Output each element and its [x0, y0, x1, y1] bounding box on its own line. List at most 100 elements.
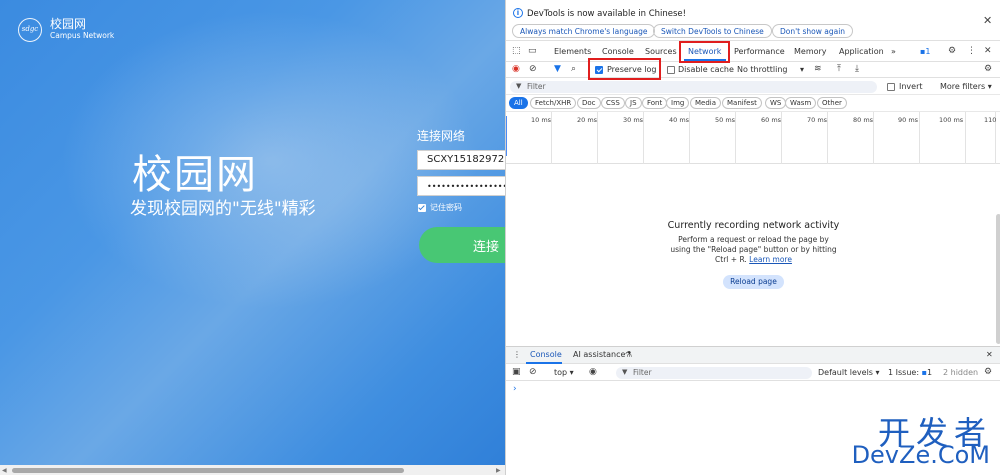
remember-password[interactable]: 记住密码	[418, 202, 462, 213]
issues-link[interactable]: 1 Issue: ▪1	[888, 368, 932, 377]
empty-desc-line: Ctrl + R. Learn more	[506, 255, 1000, 264]
more-filters-dropdown[interactable]: More filters ▾	[940, 82, 992, 91]
learn-more-link[interactable]: Learn more	[749, 255, 792, 264]
issues-count: 1	[925, 47, 931, 56]
tab-application[interactable]: Application	[839, 47, 884, 56]
filter-icon: ▼	[622, 368, 628, 376]
campus-login-page: sdgc 校园网 Campus Network 校园网 发现校园网的"无线"精彩…	[0, 0, 505, 475]
remember-label: 记住密码	[430, 203, 462, 212]
flask-icon: ⚗	[625, 350, 633, 359]
console-prompt[interactable]: ›	[513, 384, 517, 394]
export-har-icon[interactable]: ⤓	[855, 64, 859, 74]
site-watermark: 开发者 DevZe.CoM	[838, 408, 998, 475]
sidebar-toggle-icon[interactable]: ▣	[512, 367, 521, 377]
device-toolbar-icon[interactable]: ▭	[528, 46, 537, 56]
more-tabs-icon[interactable]: »	[891, 47, 896, 56]
network-conditions-icon[interactable]: ≋	[814, 64, 822, 74]
clear-console-icon[interactable]: ⊘	[529, 367, 537, 377]
disable-cache-label[interactable]: Disable cache	[678, 65, 734, 74]
horizontal-scrollbar[interactable]: ◀ ▶	[0, 465, 505, 475]
username-input[interactable]: SCXY151829722	[417, 150, 505, 170]
scroll-right-icon[interactable]: ▶	[496, 467, 501, 474]
context-select[interactable]: top ▾	[554, 368, 574, 377]
remember-checkbox[interactable]	[418, 203, 426, 212]
resource-type-filters: All Fetch/XHR Doc CSS JS Font Img Media …	[506, 96, 1000, 111]
network-empty-state: Currently recording network activity Per…	[506, 164, 1000, 344]
tab-memory[interactable]: Memory	[794, 47, 827, 56]
login-title: 连接网络	[417, 129, 466, 143]
issues-badge[interactable]: ▪1	[920, 47, 931, 56]
inspect-element-icon[interactable]: ⬚	[512, 46, 521, 56]
console-filter-input[interactable]: ▼ Filter	[616, 367, 812, 379]
network-toolbar: ◉ ⊘ ▼ ⌕ Preserve log Disable cache No th…	[506, 62, 1000, 78]
match-language-button[interactable]: Always match Chrome's language	[512, 24, 656, 38]
type-chip[interactable]: Media	[690, 97, 722, 109]
clear-icon[interactable]: ⊘	[529, 64, 537, 74]
issues-label: 1 Issue:	[888, 368, 920, 377]
type-chip[interactable]: JS	[625, 97, 642, 109]
logo-name: 校园网	[50, 17, 87, 31]
timeline-tick-label: 60 ms	[761, 116, 782, 124]
drawer-tab-console[interactable]: Console	[530, 350, 562, 359]
drawer-tab-ai-assistance[interactable]: AI assistance	[573, 350, 625, 359]
type-chip[interactable]: CSS	[601, 97, 625, 109]
scroll-left-icon[interactable]: ◀	[2, 467, 7, 474]
type-chip[interactable]: Font	[642, 97, 668, 109]
network-settings-icon[interactable]: ⚙	[984, 64, 992, 74]
type-chip[interactable]: Other	[817, 97, 847, 109]
timeline-tick-label: 90 ms	[898, 116, 919, 124]
tab-sources[interactable]: Sources	[645, 47, 677, 56]
console-settings-icon[interactable]: ⚙	[984, 367, 992, 377]
type-chip[interactable]: All	[509, 97, 528, 109]
type-chip[interactable]: Doc	[577, 97, 601, 109]
switch-chinese-button[interactable]: Switch DevTools to Chinese	[653, 24, 772, 38]
close-icon[interactable]: ✕	[983, 14, 992, 27]
network-tab-highlight	[679, 41, 730, 63]
timeline-tick-label: 40 ms	[669, 116, 690, 124]
search-icon[interactable]: ⌕	[571, 64, 576, 74]
type-chip[interactable]: WS	[765, 97, 787, 109]
type-chip[interactable]: Manifest	[722, 97, 762, 109]
network-timeline-overview[interactable]: 10 ms 20 ms 30 ms 40 ms 50 ms 60 ms 70 m…	[506, 111, 1000, 164]
connect-button[interactable]: 连接	[419, 227, 505, 263]
type-chip[interactable]: Wasm	[785, 97, 817, 109]
console-toolbar: ▣ ⊘ top ▾ ◉ ▼ Filter Default levels ▾ 1 …	[506, 365, 1000, 381]
invert-label[interactable]: Invert	[899, 82, 923, 91]
reload-page-button[interactable]: Reload page	[723, 275, 784, 289]
invert-checkbox[interactable]	[887, 83, 895, 91]
devtools-panel: i DevTools is now available in Chinese! …	[505, 0, 1000, 475]
timeline-tick-label: 30 ms	[623, 116, 644, 124]
settings-gear-icon[interactable]: ⚙	[948, 46, 956, 56]
infobar-message: DevTools is now available in Chinese!	[527, 9, 687, 19]
vertical-scrollbar[interactable]	[996, 214, 1000, 344]
timeline-tick-label: 70 ms	[807, 116, 828, 124]
import-har-icon[interactable]: ⤒	[837, 64, 841, 74]
disable-cache-checkbox[interactable]	[667, 66, 675, 74]
throttling-select[interactable]: No throttling	[737, 65, 788, 74]
close-devtools-icon[interactable]: ✕	[984, 46, 992, 56]
filter-funnel-icon[interactable]: ▼	[554, 64, 561, 74]
dont-show-again-button[interactable]: Don't show again	[772, 24, 854, 38]
timeline-tick-label: 100 ms	[939, 116, 964, 124]
hero-title: 校园网	[132, 152, 258, 198]
devtools-tabbar: ⬚ ▭ Elements Console Sources Network Per…	[506, 41, 1000, 62]
logo-subtitle: Campus Network	[50, 31, 115, 40]
type-chip[interactable]: Fetch/XHR	[530, 97, 577, 109]
filter-input[interactable]: ▼ Filter	[510, 81, 877, 93]
hidden-count: 2 hidden	[943, 368, 979, 377]
log-levels-dropdown[interactable]: Default levels ▾	[818, 368, 880, 377]
password-input[interactable]: ••••••••••••••••••••••	[417, 176, 505, 196]
filter-placeholder: Filter	[527, 82, 546, 91]
kebab-menu-icon[interactable]: ⋮	[967, 46, 976, 56]
tab-elements[interactable]: Elements	[554, 47, 591, 56]
eye-icon[interactable]: ◉	[589, 367, 597, 377]
drawer-menu-icon[interactable]: ⋮	[513, 350, 521, 359]
type-chip[interactable]: Img	[666, 97, 690, 109]
tab-performance[interactable]: Performance	[734, 47, 785, 56]
scrollbar-thumb[interactable]	[12, 468, 404, 473]
chevron-down-icon[interactable]: ▾	[800, 65, 804, 74]
record-icon[interactable]: ◉	[512, 64, 520, 74]
close-drawer-icon[interactable]: ✕	[986, 350, 993, 359]
tab-console[interactable]: Console	[602, 47, 634, 56]
shortcut-text: Ctrl + R.	[715, 255, 747, 264]
